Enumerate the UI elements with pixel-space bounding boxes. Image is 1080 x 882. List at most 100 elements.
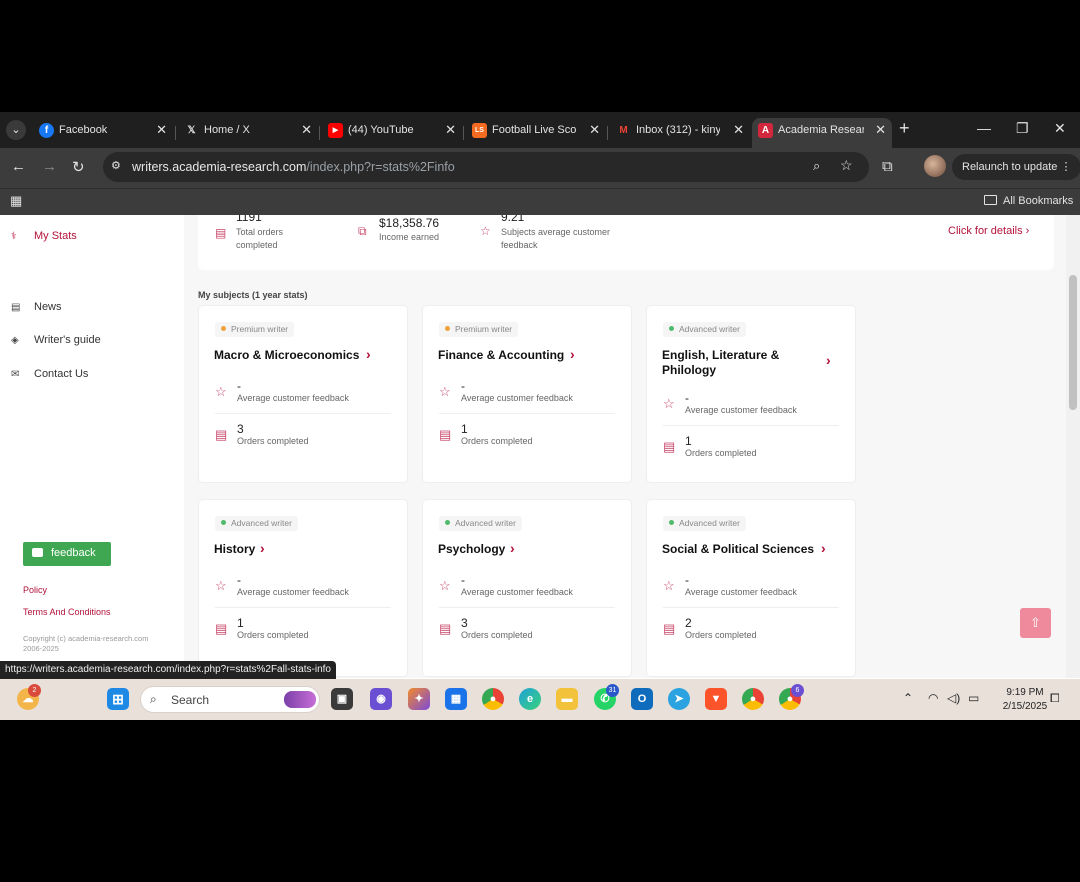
metric-label: Orders completed	[685, 630, 757, 640]
tab-football[interactable]: LS Football Live Score ✕	[466, 118, 606, 148]
relaunch-button[interactable]: Relaunch to update ⋮	[952, 154, 1080, 180]
bookmark-star-icon[interactable]: ☆	[840, 157, 853, 174]
clock[interactable]: 9:19 PM 2/15/2025	[994, 686, 1056, 714]
notification-icon[interactable]: ⧠	[1050, 691, 1060, 706]
close-icon[interactable]: ✕	[733, 122, 744, 138]
telegram-icon[interactable]: ➤	[668, 688, 690, 710]
task-view-icon[interactable]: ▣	[331, 688, 353, 710]
close-icon[interactable]: ✕	[156, 122, 167, 138]
forward-arrow-icon[interactable]: →	[42, 158, 57, 175]
reload-icon[interactable]: ↻	[72, 158, 85, 176]
metric-value: 1	[685, 434, 692, 448]
outlook-icon[interactable]: O	[631, 688, 653, 710]
details-link[interactable]: Click for details ›	[948, 225, 1029, 237]
policy-link[interactable]: Policy	[23, 585, 47, 595]
chevron-right-icon[interactable]: ›	[570, 346, 575, 362]
edge-icon[interactable]: e	[519, 688, 541, 710]
feedback-button[interactable]: feedback	[23, 542, 111, 566]
subject-title[interactable]: Psychology	[438, 542, 598, 557]
store-icon[interactable]: ▦	[445, 688, 467, 710]
arrow-up-icon: ⇧	[1030, 615, 1041, 630]
copilot-icon[interactable]: ✦	[408, 688, 430, 710]
graduation-cap-icon: ◈	[11, 335, 19, 346]
apps-grid-icon[interactable]: ▦	[10, 193, 22, 209]
new-tab-icon[interactable]: +	[899, 118, 910, 139]
page-scrollbar[interactable]	[1066, 215, 1080, 678]
subject-card[interactable]: Premium writer Macro & Microeconomics › …	[199, 306, 407, 482]
scrollbar-thumb[interactable]	[1069, 275, 1077, 410]
wifi-icon[interactable]: ◠	[928, 691, 938, 705]
profile-avatar[interactable]	[924, 155, 946, 177]
chevron-right-icon[interactable]: ›	[260, 540, 265, 556]
tab-gmail[interactable]: M Inbox (312) - kinya ✕	[610, 118, 750, 148]
chrome-icon[interactable]: ●	[482, 688, 504, 710]
page-content: ⚕ My Stats ▤ News ◈ Writer's guide ✉ Contact…	[0, 215, 1080, 678]
metric-label: Orders completed	[685, 448, 757, 458]
close-icon[interactable]: ✕	[445, 122, 456, 138]
chevron-right-icon[interactable]: ›	[826, 352, 831, 368]
tab-facebook[interactable]: f Facebook ✕	[33, 118, 173, 148]
battery-icon[interactable]: ▭	[968, 691, 979, 705]
tab-search-icon[interactable]: ⌄	[6, 120, 26, 140]
tab-separator	[463, 126, 464, 140]
orders-icon: ▤	[439, 621, 452, 636]
metric-label: Orders completed	[461, 630, 533, 640]
copilot-chat-icon[interactable]: ◉	[370, 688, 392, 710]
volume-icon[interactable]: ◁)	[947, 691, 960, 705]
sidebar: ⚕ My Stats ▤ News ◈ Writer's guide ✉ Contact…	[0, 215, 184, 678]
sidebar-item-contact-us[interactable]: ✉ Contact Us	[11, 368, 88, 380]
subject-card[interactable]: Advanced writer Psychology › ☆ - Average…	[423, 500, 631, 676]
all-bookmarks-button[interactable]: All Bookmarks	[984, 195, 1073, 207]
writer-level-badge: Premium writer	[439, 322, 519, 337]
start-windows-icon[interactable]: ⊞	[107, 688, 129, 710]
restore-icon[interactable]: ❐	[1016, 120, 1029, 137]
chevron-right-icon: ›	[1025, 225, 1030, 237]
subject-card[interactable]: Premium writer Finance & Accounting › ☆ …	[423, 306, 631, 482]
chrome-profile-icon[interactable]: ●	[742, 688, 764, 710]
feedback-label: feedback	[51, 547, 96, 559]
terms-link[interactable]: Terms And Conditions	[23, 607, 111, 617]
tab-youtube[interactable]: ▶ (44) YouTube ✕	[322, 118, 462, 148]
site-info-icon[interactable]: ⚙	[111, 159, 125, 173]
tab-strip: ⌄ f Facebook ✕ 𝕏 Home / X ✕ ▶ (44) YouTu…	[0, 112, 1080, 148]
subject-title[interactable]: Macro & Microeconomics	[214, 348, 374, 363]
zoom-icon[interactable]: ⌕	[813, 158, 820, 174]
close-icon[interactable]: ✕	[875, 122, 886, 138]
chevron-right-icon[interactable]: ›	[821, 540, 826, 556]
subject-title[interactable]: English, Literature & Philology	[662, 348, 802, 378]
tab-x[interactable]: 𝕏 Home / X ✕	[178, 118, 318, 148]
taskbar-search[interactable]: ⌕ Search	[140, 686, 320, 713]
close-icon[interactable]: ✕	[589, 122, 600, 138]
star-icon: ☆	[215, 578, 227, 593]
show-hidden-icons-icon[interactable]: ⌃	[903, 691, 913, 705]
chevron-right-icon[interactable]: ›	[510, 540, 515, 556]
extensions-icon[interactable]: ⧉	[882, 158, 893, 175]
subject-card[interactable]: Advanced writer History › ☆ - Average cu…	[199, 500, 407, 676]
url-text[interactable]: writers.academia-research.com/index.php?…	[132, 160, 455, 174]
address-bar[interactable]: ⚙ writers.academia-research.com/index.ph…	[103, 152, 869, 182]
scroll-to-top-button[interactable]: ⇧	[1020, 608, 1051, 638]
window-close-icon[interactable]: ✕	[1054, 120, 1066, 137]
sidebar-item-label: Writer's guide	[34, 334, 101, 346]
tab-academia[interactable]: A Academia Research ✕	[752, 118, 892, 148]
subject-card[interactable]: Advanced writer Social & Political Scien…	[647, 500, 855, 676]
sidebar-item-my-stats[interactable]: ⚕ My Stats	[11, 230, 77, 242]
tab-label: (44) YouTube	[348, 124, 414, 136]
chevron-right-icon[interactable]: ›	[366, 346, 371, 362]
subject-title[interactable]: Social & Political Sciences	[662, 542, 832, 557]
brave-icon[interactable]: ▼	[705, 688, 727, 710]
subject-card[interactable]: Advanced writer English, Literature & Ph…	[647, 306, 855, 482]
close-icon[interactable]: ✕	[301, 122, 312, 138]
star-icon: ☆	[663, 396, 675, 411]
file-explorer-icon[interactable]: ▬	[556, 688, 578, 710]
livescore-icon: LS	[472, 123, 487, 138]
sidebar-item-news[interactable]: ▤ News	[11, 301, 62, 313]
metric-label: Average customer feedback	[237, 393, 349, 403]
sidebar-item-writers-guide[interactable]: ◈ Writer's guide	[11, 334, 101, 346]
search-highlight-icon	[284, 691, 316, 708]
back-arrow-icon[interactable]: ←	[11, 158, 26, 175]
divider	[663, 425, 839, 426]
minimize-icon[interactable]: —	[977, 120, 991, 136]
orders-icon: ▤	[439, 427, 452, 442]
subject-title[interactable]: History	[214, 542, 374, 557]
